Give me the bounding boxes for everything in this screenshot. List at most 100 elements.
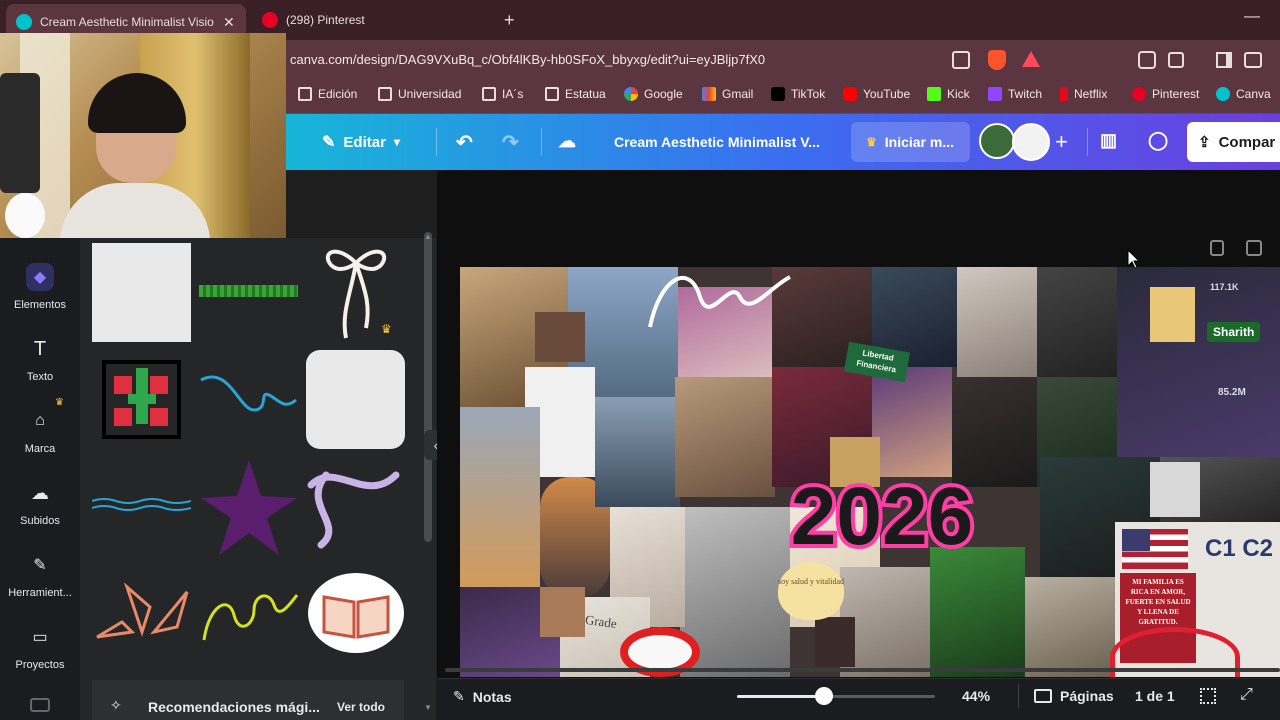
tab-title: Cream Aesthetic Minimalist Visio xyxy=(40,15,214,29)
comment-icon: ◯ xyxy=(1148,130,1169,150)
bookmark-pinterest[interactable]: Pinterest xyxy=(1132,87,1199,101)
bookmark-universidad[interactable]: Universidad xyxy=(378,87,461,101)
element-tile-sparkle-lines[interactable] xyxy=(92,582,191,642)
rail-item-elementos[interactable]: ◆ Elementos xyxy=(0,263,80,311)
grid-view-icon[interactable] xyxy=(1200,688,1216,704)
reader-mode-icon[interactable] xyxy=(1168,52,1184,68)
cloud-save-button[interactable]: ☁ xyxy=(558,131,576,152)
lock-icon[interactable] xyxy=(1210,240,1224,256)
zoom-level[interactable]: 44% xyxy=(962,688,990,704)
canvas-horizontal-scrollbar[interactable] xyxy=(445,668,1280,672)
rail-item-texto[interactable]: T Texto xyxy=(0,335,80,384)
text-icon: T xyxy=(33,337,47,360)
new-tab-button[interactable]: + xyxy=(504,10,515,31)
zoom-slider-thumb[interactable] xyxy=(815,687,833,705)
minecraft-avatar xyxy=(815,617,855,667)
minimize-icon[interactable]: — xyxy=(1244,8,1260,26)
comments-button[interactable]: ◯ xyxy=(1148,130,1168,151)
see-all-link[interactable]: Ver todo xyxy=(337,700,385,714)
bar-chart-icon: ▥ xyxy=(1100,130,1118,150)
bookmark-edicion[interactable]: Edición xyxy=(298,87,357,101)
folder-icon xyxy=(298,87,312,101)
photo-couple-sea xyxy=(595,397,680,507)
photo-youtube-plaque xyxy=(1025,577,1115,677)
pages-icon xyxy=(1034,689,1052,703)
bookmark-estatua[interactable]: Estatua xyxy=(545,87,606,101)
rail-item-herramientas[interactable]: ✎ Herramient... xyxy=(0,551,80,599)
more-apps-icon[interactable] xyxy=(30,698,50,712)
rail-item-subidos[interactable]: ☁ Subidos xyxy=(0,479,80,528)
divider xyxy=(1018,684,1019,708)
panel-scrollbar[interactable] xyxy=(424,232,432,542)
element-tile-wave-lines[interactable] xyxy=(92,495,191,515)
collaborator-avatar[interactable] xyxy=(1012,123,1050,161)
brave-rewards-icon[interactable] xyxy=(1022,51,1040,67)
vision-board-artboard[interactable]: 117.1K 85.2M Sharith Libertad Financiera… xyxy=(460,267,1280,677)
bookmark-twitch[interactable]: Twitch xyxy=(988,87,1042,101)
bookmark-kick[interactable]: Kick xyxy=(927,87,970,101)
wallet-icon[interactable] xyxy=(1244,52,1262,68)
pinterest-favicon-icon xyxy=(262,12,278,28)
edit-menu-button[interactable]: ✎ Editar ▾ xyxy=(322,132,400,152)
element-tile-blue-squiggle[interactable] xyxy=(199,370,298,430)
zoom-slider-track[interactable] xyxy=(737,695,935,698)
zoom-slider-fill xyxy=(737,695,824,698)
folder-icon xyxy=(378,87,392,101)
add-collaborator-button[interactable]: + xyxy=(1055,129,1068,155)
notes-button[interactable]: ✎ Notas xyxy=(453,688,512,705)
brand-icon: ⌂ xyxy=(35,412,45,429)
brave-shield-icon[interactable] xyxy=(988,50,1006,70)
upload-share-icon: ⇪ xyxy=(1198,134,1211,151)
tiktok-icon xyxy=(771,87,785,101)
scroll-down-icon[interactable]: ▼ xyxy=(424,703,432,712)
kick-icon xyxy=(927,87,941,101)
bookmark-tiktok[interactable]: TikTok xyxy=(771,87,825,101)
rail-item-proyectos[interactable]: ▭ Proyectos xyxy=(0,623,80,671)
stats-views: 85.2M xyxy=(1218,387,1246,398)
divider xyxy=(541,128,542,156)
minecraft-avatar xyxy=(1150,462,1200,517)
minecraft-avatar xyxy=(1150,287,1195,342)
element-tile-square[interactable] xyxy=(92,243,191,342)
element-tile-pixel-flower[interactable] xyxy=(92,350,191,449)
undo-button[interactable]: ↶ xyxy=(456,130,473,155)
chevron-down-icon: ▾ xyxy=(393,135,400,149)
rail-item-marca[interactable]: ⌂ Marca xyxy=(0,407,80,455)
extensions-icon[interactable] xyxy=(1138,51,1156,69)
url-field[interactable]: canva.com/design/DAG9VXuBq_c/Obf4lKBy-hb… xyxy=(290,52,765,67)
element-tile-book[interactable] xyxy=(306,572,405,654)
design-title[interactable]: Cream Aesthetic Minimalist V... xyxy=(614,134,820,150)
bookmark-gmail[interactable]: Gmail xyxy=(702,87,753,101)
bookmark-canva[interactable]: Canva xyxy=(1216,87,1271,101)
bookmark-ias[interactable]: IA´s xyxy=(482,87,523,101)
bookmark-google[interactable]: Google xyxy=(624,87,683,101)
element-tile-yellow-squiggle[interactable] xyxy=(199,585,298,645)
duplicate-page-icon[interactable] xyxy=(1246,240,1262,256)
insights-button[interactable]: ▥ xyxy=(1100,130,1117,151)
close-tab-icon[interactable]: ✕ xyxy=(223,14,235,31)
element-tile-rounded-square[interactable] xyxy=(306,350,405,449)
tools-pen-icon: ✎ xyxy=(33,557,47,574)
premium-crown-icon: ♛ xyxy=(381,322,392,336)
microphone xyxy=(0,73,40,193)
element-tile-lilac-swirl[interactable] xyxy=(306,465,405,550)
fullscreen-icon[interactable]: ⤢ xyxy=(1240,686,1253,704)
youtube-icon xyxy=(843,87,857,101)
canva-icon xyxy=(1216,87,1230,101)
bookmark-netflix[interactable]: Netflix xyxy=(1060,87,1107,101)
plus-icon: + xyxy=(1055,129,1068,154)
divider xyxy=(436,128,437,156)
redo-button[interactable]: ↷ xyxy=(502,130,519,155)
photo-luxury-bags xyxy=(675,377,775,497)
tab-pinterest[interactable]: (298) Pinterest xyxy=(252,6,492,34)
share-page-icon[interactable] xyxy=(952,51,970,69)
bookmark-youtube[interactable]: YouTube xyxy=(843,87,910,101)
webcam-overlay xyxy=(0,33,286,238)
collaborator-avatar[interactable] xyxy=(979,123,1015,159)
element-tile-star[interactable] xyxy=(199,458,298,557)
element-tile-grass-border[interactable] xyxy=(199,285,298,297)
plush-toy xyxy=(5,193,45,238)
scroll-up-icon[interactable]: ▲ xyxy=(424,232,432,241)
sidebar-toggle-icon[interactable] xyxy=(1216,52,1232,68)
pages-button[interactable]: Páginas xyxy=(1034,688,1114,704)
